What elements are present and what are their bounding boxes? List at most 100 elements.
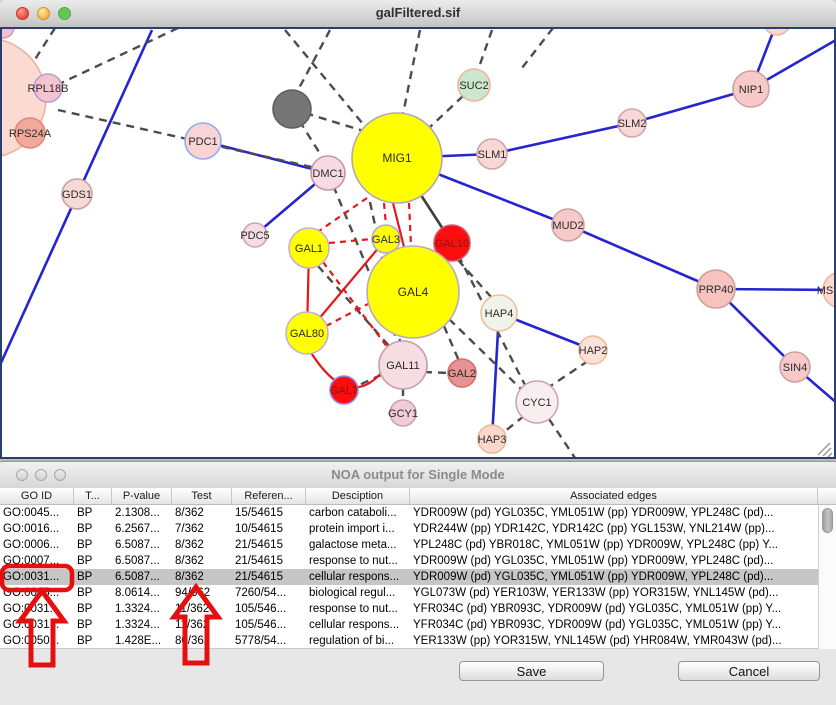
cell-associated_edges: YDR009W (pd) YGL035C, YML051W (pp) YDR00… <box>410 569 818 585</box>
node-label-MSN: MSN <box>817 285 834 297</box>
cell-go_id: GO:0065... <box>0 585 74 601</box>
cell-p_value: 6.5087... <box>112 537 172 553</box>
cell-go_id: GO:0050... <box>0 633 74 649</box>
node-label-GAL7: GAL7 <box>330 385 358 397</box>
edge-reddash <box>409 203 411 246</box>
column-header-associated-edges[interactable]: Associated edges <box>410 488 818 504</box>
node-corner-top-left[interactable] <box>2 29 14 38</box>
table-row[interactable]: GO:0031...BP1.3324...11/362105/546...cel… <box>0 617 818 633</box>
node-label-PDC1: PDC1 <box>188 136 217 148</box>
edge-dash <box>522 29 553 68</box>
cell-reference: 105/546... <box>232 601 306 617</box>
cell-reference: 7260/54... <box>232 585 306 601</box>
table-row[interactable]: GO:0016...BP6.2567...7/36210/54615protei… <box>0 521 818 537</box>
cell-test: 8/362 <box>172 553 232 569</box>
edge-dash <box>429 96 463 128</box>
node-label-GAL10: GAL10 <box>435 238 469 250</box>
cell-type: BP <box>74 537 112 553</box>
cell-go_id: GO:0031... <box>0 601 74 617</box>
node-label-SIN4: SIN4 <box>783 362 807 374</box>
cell-reference: 5778/54... <box>232 633 306 649</box>
cell-p_value: 2.1308... <box>112 505 172 521</box>
noa-window-titlebar[interactable]: NOA output for Single Mode <box>0 462 836 489</box>
edge-reddash <box>329 239 372 243</box>
node-label-GAL80: GAL80 <box>290 328 324 340</box>
scrollbar-thumb[interactable] <box>822 508 833 533</box>
cell-associated_edges: YDR244W (pp) YDR142C, YDR142C (pp) YGL15… <box>410 521 818 537</box>
cell-test: 80/362 <box>172 633 232 649</box>
node-label-CYC1: CYC1 <box>522 397 551 409</box>
edge-blue <box>492 123 632 154</box>
node-label-RPL18B: RPL18B <box>28 83 69 95</box>
cell-test: 94/362 <box>172 585 232 601</box>
network-canvas[interactable]: RPL18BRPS24AGDS1PDC1DMC1MIG1SUC2SLM1SLM2… <box>0 27 836 459</box>
save-button[interactable]: Save <box>459 661 604 681</box>
node-label-PRP40: PRP40 <box>699 284 734 296</box>
cell-type: BP <box>74 633 112 649</box>
edge-dash <box>504 416 524 432</box>
table-row[interactable]: GO:0065...BP8.0614...94/3627260/54...bio… <box>0 585 818 601</box>
cell-associated_edges: YGL073W (pd) YER103W, YER133W (pp) YOR31… <box>410 585 818 601</box>
table-row[interactable]: GO:0031...BP6.5087...8/36221/54615cellul… <box>0 569 818 585</box>
column-header-t-[interactable]: T... <box>74 488 112 504</box>
cell-description: carbon cataboli... <box>306 505 410 521</box>
cell-test: 8/362 <box>172 537 232 553</box>
cell-p_value: 1.3324... <box>112 617 172 633</box>
table-row[interactable]: GO:0006...BP6.5087...8/36221/54615galact… <box>0 537 818 553</box>
table-row[interactable]: GO:0031...BP1.3324...11/362105/546...res… <box>0 601 818 617</box>
node-label-HAP2: HAP2 <box>579 345 608 357</box>
table-scrollbar[interactable] <box>818 505 836 649</box>
cell-test: 7/362 <box>172 521 232 537</box>
network-window: galFiltered.sif RPL18BRPS24AGDS1PDC1DMC1… <box>0 0 836 459</box>
cell-associated_edges: YDR009W (pd) YGL035C, YML051W (pp) YDR00… <box>410 505 818 521</box>
cell-description: protein import i... <box>306 521 410 537</box>
node-label-GAL4: GAL4 <box>398 285 429 299</box>
edge-dash <box>458 260 492 298</box>
table-row[interactable]: GO:0045...BP2.1308...8/36215/54615carbon… <box>0 505 818 521</box>
column-header-go-id[interactable]: GO ID <box>0 488 74 504</box>
noa-output-window: NOA output for Single Mode GO IDT...P-va… <box>0 461 836 705</box>
edge-dash <box>32 29 55 64</box>
cell-p_value: 8.0614... <box>112 585 172 601</box>
column-header-scroll-cap <box>818 488 836 504</box>
table-row[interactable]: GO:0007...BP6.5087...8/36221/54615respon… <box>0 553 818 569</box>
cell-type: BP <box>74 617 112 633</box>
column-header-p-value[interactable]: P-value <box>112 488 172 504</box>
cell-reference: 10/54615 <box>232 521 306 537</box>
cell-p_value: 1.428E... <box>112 633 172 649</box>
table-header[interactable]: GO IDT...P-valueTestReferen...Desciption… <box>0 488 836 505</box>
table-row[interactable]: GO:0050...BP1.428E...80/3625778/54...reg… <box>0 633 818 649</box>
node-label-HAP3: HAP3 <box>478 434 507 446</box>
cell-reference: 21/54615 <box>232 553 306 569</box>
cell-type: BP <box>74 553 112 569</box>
cell-p_value: 1.3324... <box>112 601 172 617</box>
cell-type: BP <box>74 569 112 585</box>
cell-reference: 15/54615 <box>232 505 306 521</box>
cell-type: BP <box>74 521 112 537</box>
network-window-titlebar[interactable]: galFiltered.sif <box>0 0 836 28</box>
edge-dash <box>444 326 459 361</box>
node-label-GAL11: GAL11 <box>386 360 419 372</box>
node-label-GAL1: GAL1 <box>295 243 323 255</box>
node-label-RPS24A: RPS24A <box>9 128 52 140</box>
cell-go_id: GO:0016... <box>0 521 74 537</box>
column-header-desciption[interactable]: Desciption <box>306 488 410 504</box>
cell-description: response to nut... <box>306 601 410 617</box>
cell-type: BP <box>74 585 112 601</box>
column-header-test[interactable]: Test <box>172 488 232 504</box>
column-header-referen-[interactable]: Referen... <box>232 488 306 504</box>
edge-dash <box>403 30 420 114</box>
cell-associated_edges: YDR009W (pd) YGL035C, YML051W (pp) YDR00… <box>410 553 818 569</box>
edge-reddash <box>319 198 367 231</box>
cell-description: biological regul... <box>306 585 410 601</box>
cell-reference: 105/546... <box>232 617 306 633</box>
cell-associated_edges: YFR034C (pd) YBR093C, YDR009W (pd) YGL03… <box>410 617 818 633</box>
edge-reddash <box>384 203 386 225</box>
node-label-DMC1: DMC1 <box>312 168 343 180</box>
cancel-button[interactable]: Cancel <box>678 661 820 681</box>
node-gray-node[interactable] <box>273 90 311 128</box>
resize-grip-icon[interactable] <box>818 443 832 457</box>
node-corner-top-right[interactable] <box>764 29 790 35</box>
cell-test: 8/362 <box>172 505 232 521</box>
node-label-HAP4: HAP4 <box>485 308 514 320</box>
